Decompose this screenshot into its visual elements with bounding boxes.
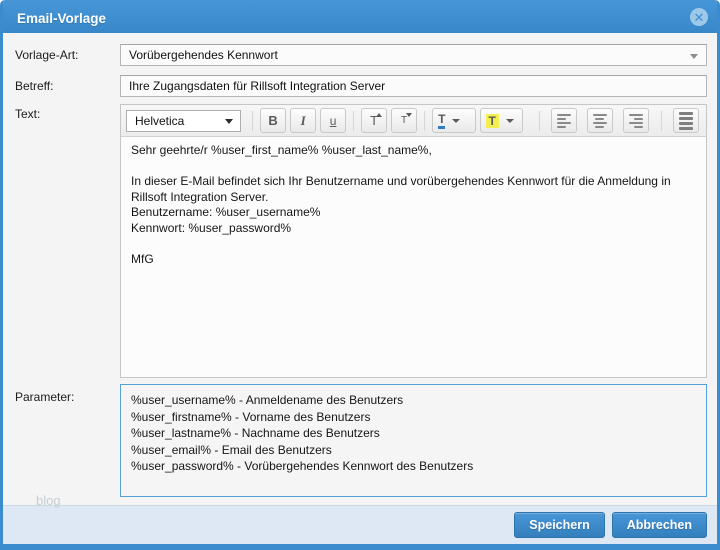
vorlage-art-value: Vorübergehendes Kennwort — [129, 48, 278, 62]
font-size-decrease-button[interactable]: T — [391, 108, 418, 133]
close-icon[interactable]: ✕ — [690, 8, 708, 26]
toolbar-separator — [353, 110, 355, 131]
toolbar-separator — [252, 110, 254, 131]
align-left-button[interactable] — [550, 108, 577, 133]
align-center-icon — [592, 113, 607, 128]
toolbar-separator — [424, 110, 426, 131]
parameter-list: %user_username% - Anmeldename des Benutz… — [120, 384, 707, 497]
parameter-item: %user_firstname% - Vorname des Benutzers — [131, 409, 371, 424]
highlight-color-button[interactable]: T — [479, 108, 523, 133]
rich-text-editor: Helvetica B I u T T T T Sehr geehrte/r %… — [120, 104, 707, 378]
text-label: Text: — [15, 107, 41, 121]
underline-button[interactable]: u — [320, 108, 347, 133]
toolbar-separator — [538, 110, 540, 131]
italic-button[interactable]: I — [290, 108, 317, 133]
highlight-color-icon: T — [485, 113, 499, 128]
text-color-icon: T — [438, 113, 446, 129]
parameter-item: %user_username% - Anmeldename des Benutz… — [131, 393, 404, 407]
align-center-button[interactable] — [586, 108, 613, 133]
dialog-footer: Speichern Abbrechen — [3, 505, 717, 544]
triangle-up-icon — [376, 113, 383, 117]
vorlage-art-label: Vorlage-Art: — [15, 48, 79, 62]
save-button[interactable]: Speichern — [514, 512, 605, 538]
watermark-text: blog — [36, 493, 61, 508]
chevron-down-icon — [690, 54, 698, 59]
font-size-increase-button[interactable]: T — [361, 108, 388, 133]
vorlage-art-select[interactable]: Vorübergehendes Kennwort — [120, 44, 707, 66]
text-color-button[interactable]: T — [432, 108, 476, 133]
chevron-down-icon — [225, 118, 234, 124]
dialog-titlebar: Email-Vorlage ✕ — [3, 0, 717, 33]
betreff-label: Betreff: — [15, 79, 54, 93]
align-right-icon — [628, 113, 643, 128]
underline-icon: u — [329, 113, 337, 128]
bold-icon: B — [268, 113, 278, 128]
parameter-item: %user_lastname% - Nachname des Benutzers — [131, 426, 380, 440]
align-left-icon — [556, 113, 571, 128]
email-body-textarea[interactable]: Sehr geehrte/r %user_first_name% %user_l… — [121, 137, 706, 378]
parameter-label: Parameter: — [15, 390, 75, 404]
chevron-down-icon — [505, 118, 514, 123]
email-template-dialog: Email-Vorlage ✕ Vorlage-Art: Vorübergehe… — [0, 0, 720, 550]
parameter-item: %user_email% - Email des Benutzers — [131, 442, 332, 457]
chevron-down-icon — [452, 118, 461, 123]
italic-icon: I — [300, 112, 306, 128]
dialog-title: Email-Vorlage — [17, 10, 107, 26]
editor-toolbar: Helvetica B I u T T T T — [121, 105, 706, 137]
triangle-down-icon — [406, 113, 413, 117]
cancel-button[interactable]: Abbrechen — [611, 512, 707, 538]
parameter-item: %user_password% - Vorübergehendes Kennwo… — [131, 459, 474, 473]
justify-icon — [678, 111, 693, 130]
toolbar-separator — [660, 110, 662, 131]
bold-button[interactable]: B — [260, 108, 287, 133]
align-right-button[interactable] — [622, 108, 649, 133]
font-family-value: Helvetica — [135, 113, 185, 128]
justify-button[interactable] — [672, 108, 699, 133]
font-family-select[interactable]: Helvetica — [126, 109, 242, 132]
betreff-input[interactable] — [120, 75, 707, 97]
